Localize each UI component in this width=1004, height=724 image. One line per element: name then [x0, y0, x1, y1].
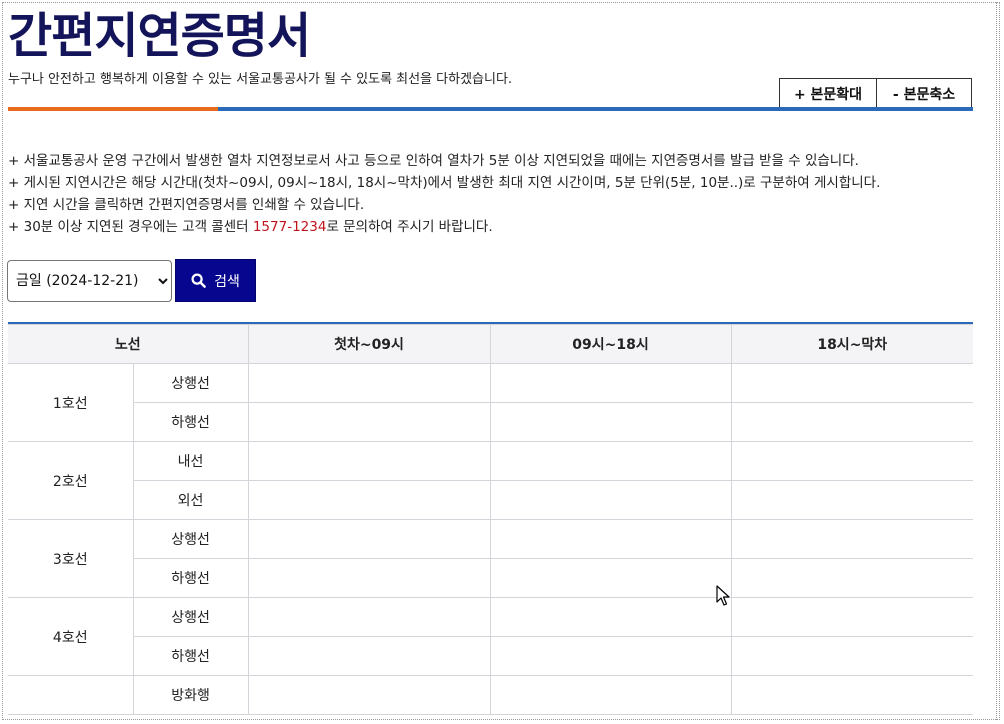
- search-button-label: 검색: [214, 273, 240, 290]
- delay-cell[interactable]: [489, 363, 732, 403]
- delay-cell[interactable]: [247, 636, 491, 676]
- direction-cell: 상행선: [132, 597, 249, 637]
- callcenter-phone: 1577-1234: [252, 219, 327, 235]
- line-cell: [8, 675, 134, 715]
- delay-cell[interactable]: [247, 597, 491, 637]
- table-header-row: 노선 첫차~09시 09시~18시 18시~막차: [8, 324, 974, 364]
- direction-cell: 상행선: [132, 363, 249, 403]
- header-line: 노선: [8, 324, 249, 364]
- delay-cell[interactable]: [247, 480, 491, 520]
- header-09-to-18: 09시~18시: [489, 324, 732, 364]
- direction-cell: 하행선: [133, 636, 249, 676]
- delay-cell[interactable]: [730, 675, 974, 715]
- notice-contact-text: + 30분 이상 지연된 경우에는 고객 콜센터: [8, 219, 253, 235]
- line-cell: 1호선: [8, 363, 134, 442]
- table-row: 1호선 상행선: [8, 363, 974, 442]
- delay-cell[interactable]: [730, 519, 974, 559]
- table-row: 3호선 상행선: [8, 519, 974, 598]
- line-cell: 4호선: [8, 597, 134, 676]
- page-subtitle: 누구나 안전하고 행복하게 이용할 수 있는 서울교통공사가 될 수 있도록 최…: [8, 72, 513, 87]
- delay-cell[interactable]: [489, 480, 732, 520]
- notice-contact-text: 로 문의하여 주시기 바랍니다.: [326, 219, 493, 235]
- delay-cell[interactable]: [247, 363, 491, 403]
- line-cell: 3호선: [8, 519, 134, 598]
- notice-list: + 서울교통공사 운영 구간에서 발생한 열차 지연정보로서 사고 등으로 인하…: [8, 150, 880, 238]
- delay-cell[interactable]: [247, 519, 491, 559]
- delay-cell[interactable]: [247, 441, 491, 481]
- delay-cell[interactable]: [730, 441, 974, 481]
- delay-cell[interactable]: [730, 558, 974, 598]
- zoom-out-button[interactable]: - 본문축소: [877, 78, 972, 108]
- notice-item: + 게시된 지연시간은 해당 시간대(첫차~09시, 09시~18시, 18시~…: [8, 175, 881, 191]
- header-rule-orange: [8, 107, 218, 111]
- direction-cell: 외선: [133, 480, 249, 520]
- table-row: 외선: [8, 480, 974, 520]
- page-title: 간편지연증명서: [8, 8, 311, 64]
- delay-cell[interactable]: [489, 675, 732, 715]
- text-zoom-controls: + 본문확대 - 본문축소: [779, 78, 972, 108]
- delay-cell[interactable]: [730, 636, 974, 676]
- delay-cell[interactable]: [489, 441, 732, 481]
- notice-item: + 서울교통공사 운영 구간에서 발생한 열차 지연정보로서 사고 등으로 인하…: [8, 153, 859, 169]
- delay-cell[interactable]: [730, 480, 974, 520]
- header-18-to-last: 18시~막차: [730, 324, 974, 364]
- delay-cell[interactable]: [247, 675, 491, 715]
- direction-cell: 내선: [132, 441, 249, 481]
- delay-cell[interactable]: [247, 402, 491, 442]
- mouse-cursor-icon: [716, 585, 730, 606]
- notice-item: + 지연 시간을 클릭하면 간편지연증명서를 인쇄할 수 있습니다.: [8, 197, 365, 213]
- direction-cell: 방화행: [132, 675, 249, 715]
- table-row: 2호선 내선: [8, 441, 974, 520]
- header-rule-blue: [218, 107, 973, 111]
- delay-cell[interactable]: [489, 636, 732, 676]
- header-first-to-09: 첫차~09시: [247, 324, 491, 364]
- delay-cell[interactable]: [730, 402, 974, 442]
- delay-cell[interactable]: [730, 597, 974, 637]
- direction-cell: 하행선: [133, 558, 249, 598]
- line-cell: 2호선: [8, 441, 134, 520]
- window-edge: [996, 2, 998, 720]
- delay-cell[interactable]: [489, 519, 732, 559]
- table-row: 하행선: [8, 558, 974, 598]
- date-select-wrap: 금일 (2024-12-21): [7, 260, 172, 302]
- delay-cell[interactable]: [730, 363, 974, 403]
- delay-cell[interactable]: [489, 402, 732, 442]
- delay-cell[interactable]: [489, 558, 732, 598]
- delay-cell[interactable]: [247, 558, 491, 598]
- notice-contact: + 30분 이상 지연된 경우에는 고객 콜센터 1577-1234로 문의하여…: [8, 216, 880, 238]
- table-row: 4호선 상행선: [8, 597, 974, 676]
- table-row: 하행선: [8, 636, 974, 676]
- date-select[interactable]: 금일 (2024-12-21): [7, 260, 172, 302]
- table-row: 방화행: [8, 675, 974, 715]
- delay-cell[interactable]: [489, 597, 732, 637]
- search-button[interactable]: 검색: [175, 259, 256, 302]
- delay-table: 노선 첫차~09시 09시~18시 18시~막차 1호선 상행선 하행선 2호선…: [8, 324, 974, 715]
- direction-cell: 하행선: [133, 402, 249, 442]
- search-icon: [191, 273, 206, 288]
- direction-cell: 상행선: [132, 519, 249, 559]
- table-row: 하행선: [8, 402, 974, 442]
- zoom-in-button[interactable]: + 본문확대: [779, 78, 877, 108]
